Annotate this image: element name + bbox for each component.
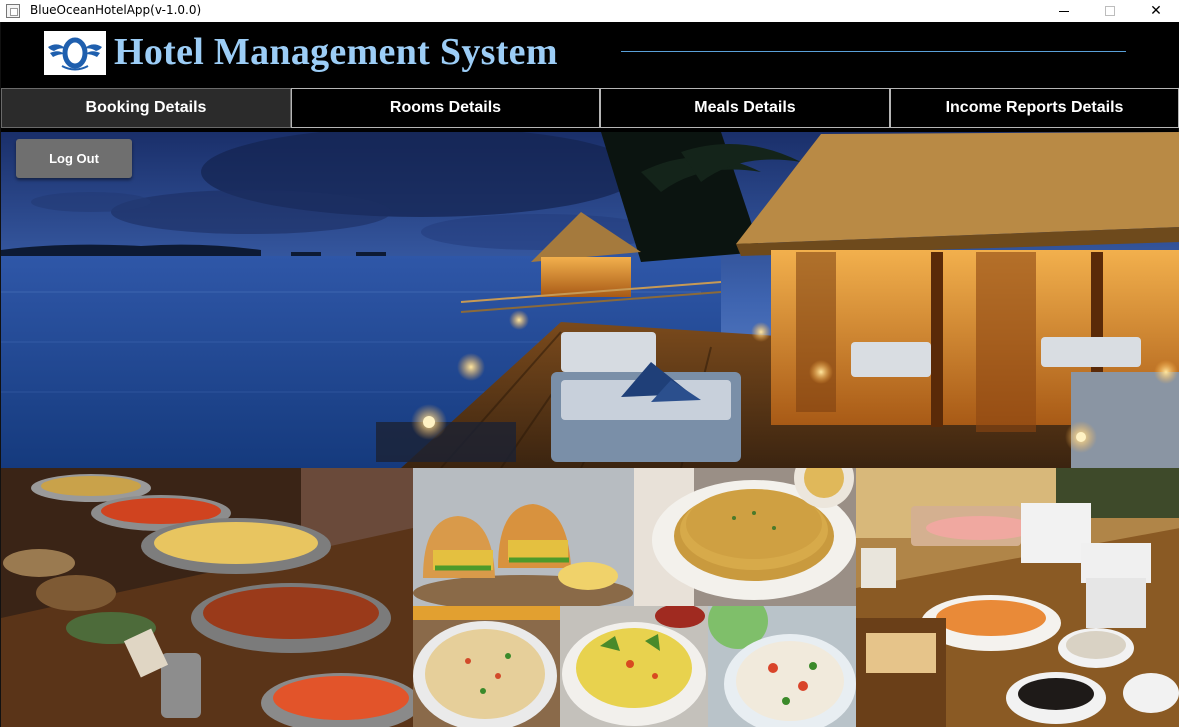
page-title: Hotel Management System (114, 31, 558, 73)
buffet-spread-photo (856, 468, 1179, 727)
close-icon[interactable]: ✕ (1133, 0, 1179, 22)
tab-income-reports-details[interactable]: Income Reports Details (890, 88, 1179, 128)
window-title: BlueOceanHotelApp(v-1.0.0) (30, 3, 202, 17)
winged-o-logo (44, 31, 106, 75)
resort-deck-at-dusk-photo (1, 132, 1179, 468)
buffet-curry-pots-photo (1, 468, 413, 727)
tab-booking-details[interactable]: Booking Details (1, 88, 291, 128)
uttapam-pancake-photo (413, 606, 560, 727)
rice-salad-photo (708, 606, 856, 727)
tab-rooms-details[interactable]: Rooms Details (291, 88, 600, 128)
header-divider (621, 51, 1126, 52)
app-window-icon (6, 4, 20, 18)
maximize-icon[interactable] (1087, 0, 1133, 22)
app-header: Hotel Management System (1, 22, 1179, 87)
main-nav: Booking Details Rooms Details Meals Deta… (1, 88, 1179, 128)
tab-meals-details[interactable]: Meals Details (600, 88, 890, 128)
paratha-flatbread-photo (634, 468, 856, 606)
minimize-icon[interactable] (1041, 0, 1087, 22)
vada-pav-sandwich-photo (413, 468, 634, 606)
window-titlebar: BlueOceanHotelApp(v-1.0.0) ✕ (0, 0, 1179, 22)
upma-dish-photo (560, 606, 708, 727)
logout-button[interactable]: Log Out (16, 139, 132, 178)
food-collage (1, 468, 1179, 727)
hero-banner: Log Out (1, 132, 1179, 468)
app-frame: Hotel Management System Booking Details … (0, 22, 1179, 727)
